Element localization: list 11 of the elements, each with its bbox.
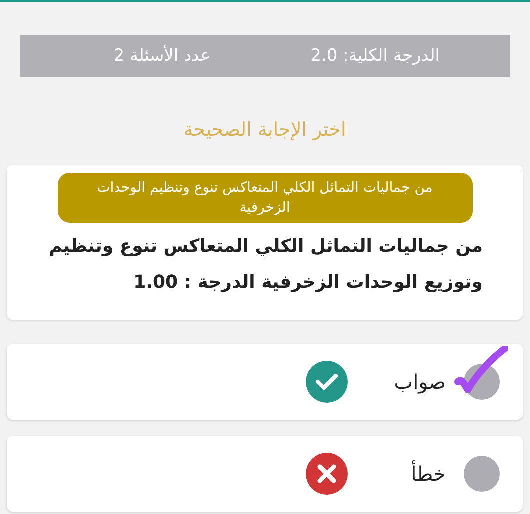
check-icon bbox=[306, 361, 348, 403]
total-score: الدرجة الكلية: 2.0 bbox=[310, 46, 440, 66]
question-count: عدد الأسئلة 2 bbox=[114, 46, 211, 66]
option-label: خطأ bbox=[410, 462, 446, 486]
option-label: صواب bbox=[393, 370, 446, 394]
answer-option[interactable]: خطأ bbox=[7, 436, 523, 512]
translation-overlay: من جماليات التماثل الكلي المتعاكس تنوع وتنظيم الوحدات الزخرفية bbox=[58, 173, 472, 223]
close-icon bbox=[306, 453, 348, 495]
instruction-heading: اختر الإجابة الصحيحة bbox=[184, 119, 346, 141]
radio-button[interactable] bbox=[464, 456, 500, 492]
answer-option[interactable]: صواب bbox=[7, 344, 523, 420]
